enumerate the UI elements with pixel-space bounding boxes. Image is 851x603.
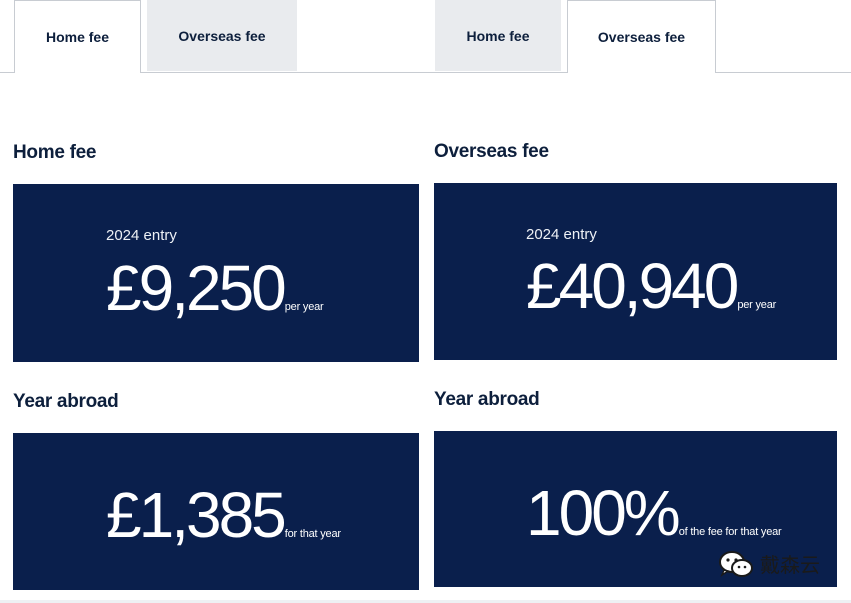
fee-tab-bar: Home fee Overseas fee — [425, 0, 851, 73]
watermark: 戴森云 — [718, 549, 820, 578]
tab-label: Home fee — [45, 29, 110, 45]
tab-label: Home fee — [466, 27, 530, 44]
year-abroad-card: £1,385for that year — [13, 433, 419, 590]
tab-overseas-fee[interactable]: Overseas fee — [147, 0, 297, 71]
tab-label: Overseas fee — [178, 27, 266, 44]
amount-unit: of the fee for that year — [678, 526, 782, 538]
amount-value: 100% — [526, 477, 681, 549]
watermark-text: 戴森云 — [760, 555, 820, 577]
fee-tab-bar: Home fee Overseas fee — [0, 0, 425, 73]
amount-unit: for that year — [284, 528, 341, 540]
wechat-icon — [719, 550, 753, 577]
tab-home-fee[interactable]: Home fee — [435, 0, 561, 71]
tab-home-fee[interactable]: Home fee — [14, 0, 141, 73]
amount-value: £1,385 — [106, 479, 287, 551]
year-abroad-heading: Year abroad — [434, 389, 540, 410]
amount-unit: per year — [284, 301, 324, 313]
tab-overseas-fee[interactable]: Overseas fee — [567, 0, 716, 73]
fee-heading: Home fee — [13, 142, 97, 163]
amount-value: £40,940 — [526, 250, 739, 322]
year-abroad-heading: Year abroad — [13, 391, 119, 412]
fee-heading: Overseas fee — [434, 141, 549, 162]
fee-amount: £40,940per year — [526, 254, 776, 318]
entry-label: 2024 entry — [526, 226, 597, 243]
fee-card: 2024 entry £9,250per year — [13, 184, 419, 362]
year-abroad-amount: £1,385for that year — [106, 483, 341, 547]
amount-unit: per year — [737, 299, 777, 311]
tab-label: Overseas fee — [597, 29, 686, 45]
home-fee-panel: Home fee Overseas fee Home fee 2024 entr… — [0, 0, 425, 603]
amount-value: £9,250 — [106, 252, 287, 324]
year-abroad-amount: 100%of the fee for that year — [526, 481, 782, 545]
fee-card: 2024 entry £40,940per year — [434, 183, 837, 360]
fee-amount: £9,250per year — [106, 256, 324, 320]
entry-label: 2024 entry — [106, 227, 177, 244]
overseas-fee-panel: Home fee Overseas fee Overseas fee 2024 … — [425, 0, 851, 603]
